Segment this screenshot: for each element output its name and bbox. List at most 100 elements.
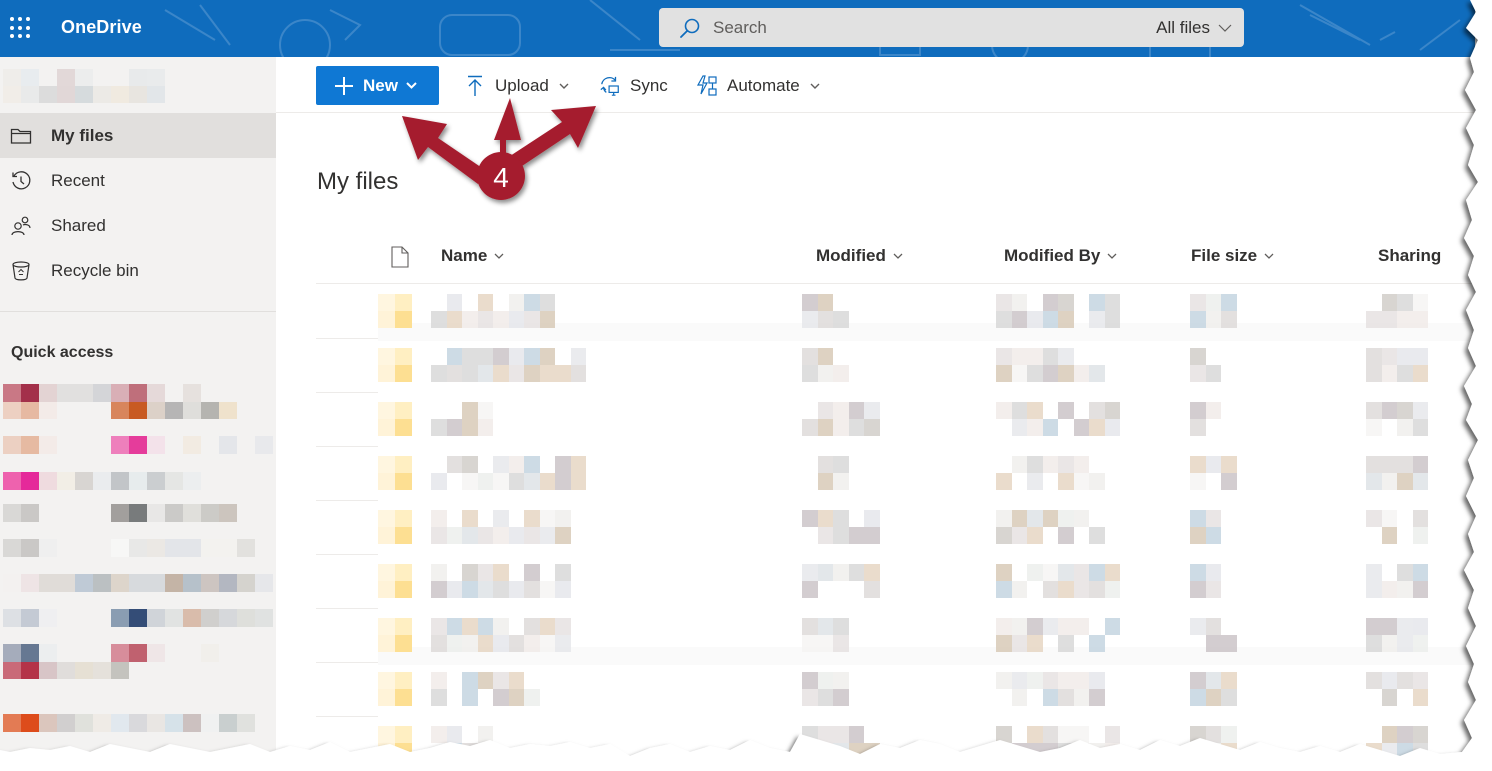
quick-access-item[interactable] bbox=[3, 574, 273, 609]
arrow-to-sync bbox=[507, 106, 596, 170]
redacted-pixel bbox=[539, 618, 555, 635]
redacted-pixel bbox=[1382, 564, 1398, 581]
file-row[interactable] bbox=[316, 663, 1475, 717]
nav-item-recent[interactable]: Recent bbox=[0, 158, 276, 203]
nav-item-recycle-bin[interactable]: Recycle bin bbox=[0, 248, 276, 293]
app-brand-link[interactable]: OneDrive bbox=[61, 17, 142, 38]
redacted-pixel bbox=[996, 672, 1012, 689]
file-row[interactable] bbox=[316, 339, 1475, 393]
redacted-pixel bbox=[864, 527, 880, 544]
redacted-pixel bbox=[802, 402, 818, 419]
modified-by-redacted bbox=[996, 402, 1120, 436]
search-icon bbox=[680, 18, 700, 38]
quick-access-item[interactable] bbox=[3, 539, 273, 574]
redacted-pixel bbox=[477, 365, 493, 382]
redacted-pixel bbox=[508, 672, 524, 689]
file-type-icon[interactable] bbox=[390, 246, 410, 268]
redacted-pixel bbox=[1011, 402, 1027, 419]
redacted-pixel bbox=[817, 473, 833, 490]
redacted-pixel bbox=[3, 609, 21, 627]
sync-button[interactable]: Sync bbox=[599, 66, 668, 105]
file-row[interactable] bbox=[316, 717, 1475, 771]
redacted-pixel bbox=[833, 581, 849, 598]
redacted-pixel bbox=[3, 714, 21, 732]
quick-access-item[interactable] bbox=[3, 644, 273, 679]
quick-access-item[interactable] bbox=[3, 472, 273, 507]
quick-access-item[interactable] bbox=[3, 504, 273, 539]
redacted-pixel bbox=[1058, 402, 1074, 419]
nav-item-shared[interactable]: Shared bbox=[0, 203, 276, 248]
quick-access-item[interactable] bbox=[3, 609, 273, 644]
redacted-pixel bbox=[509, 510, 525, 527]
search-scope-dropdown[interactable]: All files bbox=[1156, 18, 1232, 38]
file-row[interactable] bbox=[316, 501, 1475, 555]
redacted-pixel bbox=[111, 644, 129, 662]
redacted-pixel bbox=[378, 402, 395, 419]
redacted-pixel bbox=[817, 311, 833, 328]
redacted-pixel bbox=[1042, 564, 1058, 581]
app-launcher-button[interactable] bbox=[8, 15, 34, 41]
redacted-pixel bbox=[147, 436, 165, 454]
redacted-pixel bbox=[395, 689, 412, 706]
redacted-pixel bbox=[378, 672, 395, 689]
redacted-pixel bbox=[1190, 581, 1206, 598]
file-row[interactable] bbox=[316, 285, 1475, 341]
redacted-pixel bbox=[1366, 365, 1382, 382]
file-row[interactable] bbox=[316, 555, 1475, 609]
redacted-pixel bbox=[183, 539, 201, 557]
quick-access-item[interactable] bbox=[3, 436, 273, 471]
redacted-pixel bbox=[996, 527, 1012, 544]
redacted-pixel bbox=[57, 504, 75, 522]
file-row[interactable] bbox=[316, 393, 1475, 447]
redacted-pixel bbox=[524, 510, 540, 527]
column-header-name[interactable]: Name bbox=[441, 246, 504, 266]
redacted-pixel bbox=[21, 644, 39, 662]
redacted-pixel bbox=[1042, 348, 1058, 365]
redacted-pixel bbox=[395, 510, 412, 527]
redacted-pixel bbox=[201, 504, 219, 522]
redacted-pixel bbox=[255, 436, 273, 454]
quick-access-item[interactable] bbox=[3, 714, 273, 749]
redacted-pixel bbox=[219, 504, 237, 522]
redacted-pixel bbox=[1043, 402, 1059, 419]
quick-access-item[interactable] bbox=[3, 384, 273, 419]
column-header-modified-by[interactable]: Modified By bbox=[1004, 246, 1117, 266]
new-button[interactable]: New bbox=[316, 66, 439, 105]
nav-item-my-files[interactable]: My files bbox=[0, 113, 276, 158]
upload-button[interactable]: Upload bbox=[464, 66, 569, 105]
redacted-pixel bbox=[1074, 311, 1090, 328]
redacted-pixel bbox=[555, 618, 571, 635]
redacted-pixel bbox=[1397, 726, 1413, 743]
redacted-pixel bbox=[1058, 635, 1074, 652]
column-header-sharing[interactable]: Sharing bbox=[1378, 246, 1441, 266]
redacted-pixel bbox=[1412, 510, 1428, 527]
redacted-pixel bbox=[39, 86, 57, 103]
redacted-pixel bbox=[431, 365, 447, 382]
file-row[interactable] bbox=[316, 609, 1475, 665]
redacted-pixel bbox=[1011, 689, 1027, 706]
search-input[interactable]: Search bbox=[713, 18, 1156, 38]
redacted-pixel bbox=[555, 635, 571, 652]
redacted-pixel bbox=[1089, 294, 1105, 311]
automate-button[interactable]: Automate bbox=[696, 66, 820, 105]
redacted-pixel bbox=[1104, 294, 1120, 311]
search-box[interactable]: Search All files bbox=[659, 8, 1244, 47]
redacted-pixel bbox=[524, 473, 540, 490]
redacted-pixel bbox=[57, 69, 75, 86]
column-header-modified[interactable]: Modified bbox=[816, 246, 903, 266]
redacted-pixel bbox=[165, 714, 183, 732]
column-header-file-size[interactable]: File size bbox=[1191, 246, 1274, 266]
sharing-status-redacted bbox=[1366, 294, 1428, 328]
redacted-pixel bbox=[802, 456, 818, 473]
redacted-pixel bbox=[1382, 419, 1398, 436]
redacted-pixel bbox=[1190, 365, 1206, 382]
recycle-bin-icon bbox=[10, 260, 32, 282]
redacted-pixel bbox=[1366, 419, 1382, 436]
redacted-pixel bbox=[147, 86, 165, 103]
redacted-pixel bbox=[21, 401, 39, 419]
redacted-pixel bbox=[395, 743, 412, 760]
redacted-pixel bbox=[848, 726, 864, 743]
file-row[interactable] bbox=[316, 447, 1475, 501]
redacted-pixel bbox=[21, 539, 39, 557]
redacted-pixel bbox=[1412, 348, 1428, 365]
